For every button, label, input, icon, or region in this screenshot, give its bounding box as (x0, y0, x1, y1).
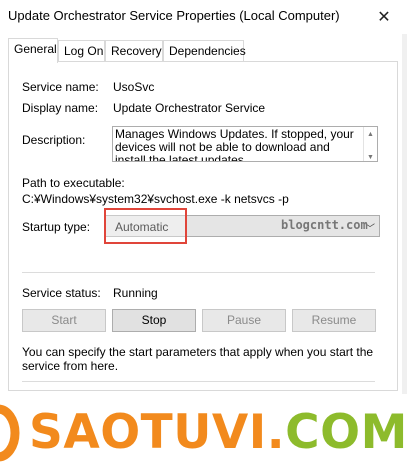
logo-icon (0, 404, 20, 462)
tab-log-on[interactable]: Log On (58, 40, 105, 62)
description-scrollbar[interactable]: ▲ ▼ (363, 127, 377, 161)
brand-logo-text: SAOTUVI.COM (29, 403, 407, 463)
tab-general[interactable]: General (8, 38, 58, 63)
display-name-value: Update Orchestrator Service (113, 101, 266, 115)
highlight-box (104, 208, 187, 244)
watermark-text: blogcntt.com (281, 218, 368, 232)
path-value: C:¥Windows¥system32¥svchost.exe -k netsv… (22, 192, 289, 206)
description-text: Manages Windows Updates. If stopped, you… (115, 127, 354, 162)
title-bar: Update Orchestrator Service Properties (… (0, 0, 407, 34)
start-button[interactable]: Start (22, 309, 106, 332)
brand-banner: SAOTUVI.COM (0, 395, 407, 472)
service-name-label: Service name: (22, 80, 99, 94)
divider (22, 381, 375, 382)
start-parameters-hint: You can specify the start parameters tha… (22, 345, 374, 373)
service-name-value: UsoSvc (113, 80, 155, 94)
brand-part-saotuvi: SAOTUVI (29, 405, 267, 460)
stop-button[interactable]: Stop (112, 309, 196, 332)
divider (22, 272, 375, 273)
display-name-label: Display name: (22, 101, 99, 115)
service-status-value: Running (113, 286, 158, 300)
brand-part-dot: . (266, 405, 286, 460)
window-title: Update Orchestrator Service Properties (… (8, 8, 340, 23)
description-box[interactable]: Manages Windows Updates. If stopped, you… (112, 126, 378, 162)
window-edge (402, 34, 407, 394)
scroll-down-icon[interactable]: ▼ (367, 151, 374, 161)
tab-recovery[interactable]: Recovery (105, 40, 163, 62)
startup-type-label: Startup type: (22, 220, 91, 234)
description-label: Description: (22, 133, 86, 147)
close-icon: ✕ (377, 8, 391, 26)
resume-button[interactable]: Resume (292, 309, 376, 332)
scroll-up-icon[interactable]: ▲ (367, 128, 374, 141)
path-label: Path to executable: (22, 176, 125, 190)
brand-part-com: COM (285, 405, 407, 460)
tab-strip: General Log On Recovery Dependencies (8, 38, 398, 63)
service-properties-window: Update Orchestrator Service Properties (… (0, 0, 407, 395)
tab-dependencies[interactable]: Dependencies (163, 40, 246, 62)
service-status-label: Service status: (22, 286, 101, 300)
close-button[interactable]: ✕ (361, 0, 407, 33)
pause-button[interactable]: Pause (202, 309, 286, 332)
